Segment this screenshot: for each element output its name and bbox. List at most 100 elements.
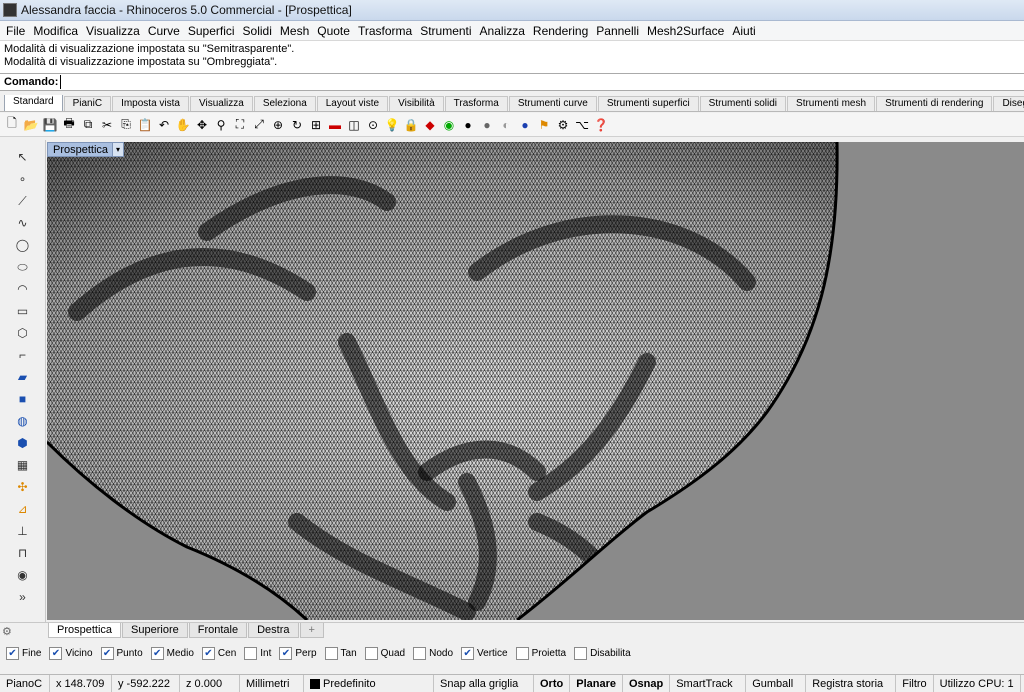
- box-solid-icon[interactable]: ■: [14, 390, 32, 408]
- flag-icon[interactable]: ⚑: [536, 117, 552, 133]
- osnap-checkbox[interactable]: [574, 646, 588, 660]
- menu-strumenti[interactable]: Strumenti: [416, 21, 475, 41]
- menu-mesh2surface[interactable]: Mesh2Surface: [643, 21, 728, 41]
- settings-gear-icon[interactable]: ⚙: [2, 625, 12, 638]
- render-icon[interactable]: ◉: [14, 566, 32, 584]
- osnap-perp[interactable]: ✔ Perp: [279, 646, 317, 660]
- osnap-quad[interactable]: Quad: [364, 646, 405, 660]
- layer-indicator[interactable]: Predefinito: [304, 674, 434, 692]
- save-icon[interactable]: 💾: [42, 117, 58, 133]
- extrude-icon[interactable]: ⬢: [14, 434, 32, 452]
- dimension-icon[interactable]: ⊥: [14, 522, 32, 540]
- point-icon[interactable]: ∘: [14, 170, 32, 188]
- menu-aiuti[interactable]: Aiuti: [728, 21, 759, 41]
- osnap-checkbox[interactable]: [413, 646, 427, 660]
- viewport-perspective[interactable]: [47, 142, 1024, 620]
- pan-hand-icon[interactable]: ✋: [175, 117, 191, 133]
- osnap-checkbox[interactable]: [515, 646, 529, 660]
- refresh-view-icon[interactable]: ↻: [289, 117, 305, 133]
- tab-disegno-tecnico[interactable]: Disegno tecnico: [993, 96, 1024, 111]
- rotate-view-icon[interactable]: ✥: [194, 117, 210, 133]
- osnap-checkbox[interactable]: ✔: [279, 646, 293, 660]
- copy-icon[interactable]: ⎘: [118, 117, 134, 133]
- osnap-int[interactable]: Int: [244, 646, 271, 660]
- filter-toggle[interactable]: Filtro: [896, 674, 934, 692]
- curve-icon[interactable]: ∿: [14, 214, 32, 232]
- planar-toggle[interactable]: Planare: [570, 674, 623, 692]
- menu-solidi[interactable]: Solidi: [239, 21, 276, 41]
- osnap-nodo[interactable]: Nodo: [413, 646, 453, 660]
- grid-snap-toggle[interactable]: Snap alla griglia: [434, 674, 534, 692]
- menu-mesh[interactable]: Mesh: [276, 21, 313, 41]
- ghosted-sphere-icon[interactable]: ◐: [498, 117, 514, 133]
- ortho-toggle[interactable]: Orto: [534, 674, 571, 692]
- tab-trasforma[interactable]: Trasforma: [444, 96, 508, 111]
- tab-strumenti-mesh[interactable]: Strumenti mesh: [787, 96, 876, 111]
- osnap-toggle[interactable]: Osnap: [623, 674, 671, 692]
- zoom-icon[interactable]: ⚲: [213, 117, 229, 133]
- transform-icon[interactable]: ✣: [14, 478, 32, 496]
- osnap-checkbox[interactable]: [244, 646, 258, 660]
- osnap-medio[interactable]: ✔ Medio: [150, 646, 194, 660]
- polyline-icon[interactable]: ⟋: [14, 192, 32, 210]
- menu-modifica[interactable]: Modifica: [29, 21, 82, 41]
- record-history-toggle[interactable]: Registra storia: [806, 674, 897, 692]
- osnap-fine[interactable]: ✔ Fine: [6, 646, 41, 660]
- select-arrow-icon[interactable]: ↖: [14, 148, 32, 166]
- rendered-sphere-icon[interactable]: ●: [517, 117, 533, 133]
- zoom-selected-icon[interactable]: ⊕: [270, 117, 286, 133]
- osnap-checkbox[interactable]: [364, 646, 378, 660]
- osnap-vertice[interactable]: ✔ Vertice: [461, 646, 508, 660]
- chevron-down-icon[interactable]: ▾: [112, 143, 124, 156]
- osnap-cen[interactable]: ✔ Cen: [201, 646, 236, 660]
- cplane-indicator[interactable]: PianoC: [0, 674, 50, 692]
- command-input[interactable]: [60, 75, 261, 89]
- mesh-icon[interactable]: ▦: [14, 456, 32, 474]
- render-preview-icon[interactable]: ◉: [441, 117, 457, 133]
- zoom-window-icon[interactable]: ⛶: [232, 117, 248, 133]
- analyze-icon[interactable]: ⊓: [14, 544, 32, 562]
- lock-icon[interactable]: 🔒: [403, 117, 419, 133]
- osnap-punto[interactable]: ✔ Punto: [100, 646, 143, 660]
- sphere-icon[interactable]: ●: [460, 117, 476, 133]
- menu-analizza[interactable]: Analizza: [476, 21, 529, 41]
- zoom-extents-icon[interactable]: ⤢: [251, 117, 267, 133]
- tab-strumenti-solidi[interactable]: Strumenti solidi: [699, 96, 787, 111]
- ellipse-icon[interactable]: ⬭: [14, 258, 32, 276]
- polygon-icon[interactable]: ⬡: [14, 324, 32, 342]
- layer-icon[interactable]: ◫: [346, 117, 362, 133]
- tab-visibilita[interactable]: Visibilità: [389, 96, 444, 111]
- paste-icon[interactable]: 📋: [137, 117, 153, 133]
- import-icon[interactable]: ⧉: [80, 117, 96, 133]
- menu-pannelli[interactable]: Pannelli: [592, 21, 643, 41]
- tab-layout-viste[interactable]: Layout viste: [316, 96, 389, 111]
- osnap-checkbox[interactable]: [324, 646, 338, 660]
- fillet-curve-icon[interactable]: ⌐: [14, 346, 32, 364]
- menu-file[interactable]: File: [2, 21, 29, 41]
- settings-gear-icon[interactable]: ⚙: [555, 117, 571, 133]
- help-icon[interactable]: ❓: [593, 117, 609, 133]
- gumball-toggle[interactable]: Gumball: [746, 674, 807, 692]
- menu-superfici[interactable]: Superfici: [184, 21, 239, 41]
- gumball-icon[interactable]: ⊿: [14, 500, 32, 518]
- menu-visualizza[interactable]: Visualizza: [82, 21, 144, 41]
- print-icon[interactable]: 🖶: [61, 116, 77, 133]
- tab-frontale[interactable]: Frontale: [188, 623, 248, 638]
- new-file-icon[interactable]: 🗋: [4, 116, 20, 133]
- add-viewport-tab[interactable]: +: [299, 623, 324, 638]
- tab-standard[interactable]: Standard: [4, 95, 63, 111]
- tab-strumenti-curve[interactable]: Strumenti curve: [508, 96, 597, 111]
- viewport-title-tab[interactable]: Prospettica ▾: [47, 142, 125, 157]
- osnap-tan[interactable]: Tan: [324, 646, 357, 660]
- grasshopper-icon[interactable]: ⌥: [574, 117, 590, 133]
- osnap-proietta[interactable]: Proietta: [515, 646, 566, 660]
- circle-icon[interactable]: ◯: [14, 236, 32, 254]
- tab-prospettica[interactable]: Prospettica: [48, 623, 122, 638]
- osnap-checkbox[interactable]: ✔: [6, 646, 19, 660]
- smarttrack-toggle[interactable]: SmartTrack: [670, 674, 747, 692]
- osnap-checkbox[interactable]: ✔: [461, 646, 475, 660]
- lightbulb-icon[interactable]: 💡: [384, 117, 400, 133]
- tab-visualizza[interactable]: Visualizza: [189, 96, 253, 111]
- osnap-checkbox[interactable]: ✔: [49, 646, 63, 660]
- menu-trasforma[interactable]: Trasforma: [354, 21, 416, 41]
